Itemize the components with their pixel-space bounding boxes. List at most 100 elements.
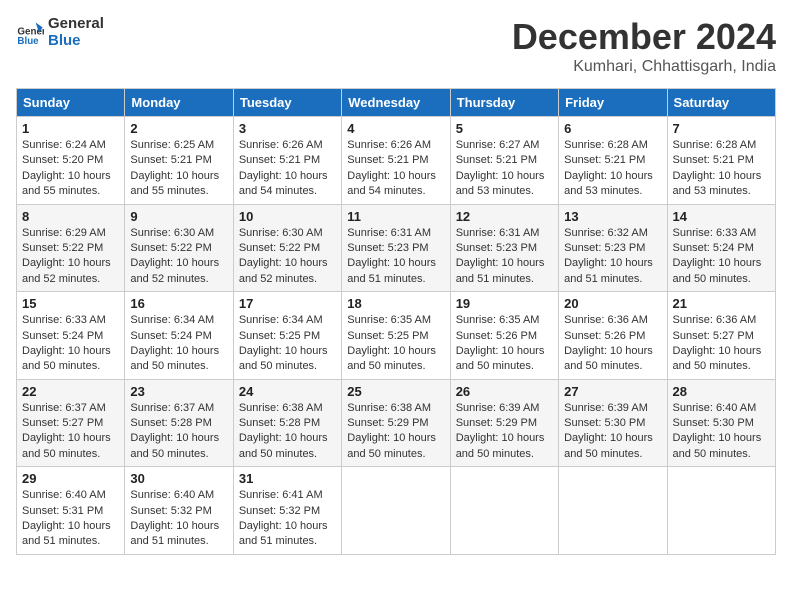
day-info: Sunrise: 6:41 AM Sunset: 5:32 PM Dayligh…: [239, 488, 336, 550]
sunrise-label: Sunrise: 6:40 AM: [673, 402, 757, 414]
logo-line1: General: [48, 16, 104, 33]
calendar-cell: 29 Sunrise: 6:40 AM Sunset: 5:31 PM Dayl…: [17, 467, 125, 555]
day-number: 30: [130, 471, 227, 486]
daylight-label: Daylight: 10 hours and 54 minutes.: [239, 170, 328, 197]
daylight-label: Daylight: 10 hours and 50 minutes.: [347, 432, 436, 459]
day-info: Sunrise: 6:32 AM Sunset: 5:23 PM Dayligh…: [564, 226, 661, 288]
location-title: Kumhari, Chhattisgarh, India: [512, 58, 776, 76]
day-info: Sunrise: 6:33 AM Sunset: 5:24 PM Dayligh…: [22, 313, 119, 375]
sunrise-label: Sunrise: 6:32 AM: [564, 227, 648, 239]
calendar-cell: 20 Sunrise: 6:36 AM Sunset: 5:26 PM Dayl…: [559, 292, 667, 380]
day-info: Sunrise: 6:35 AM Sunset: 5:26 PM Dayligh…: [456, 313, 553, 375]
daylight-label: Daylight: 10 hours and 52 minutes.: [22, 257, 111, 284]
day-info: Sunrise: 6:28 AM Sunset: 5:21 PM Dayligh…: [564, 138, 661, 200]
calendar-week-row: 29 Sunrise: 6:40 AM Sunset: 5:31 PM Dayl…: [17, 467, 776, 555]
calendar-cell: 21 Sunrise: 6:36 AM Sunset: 5:27 PM Dayl…: [667, 292, 775, 380]
calendar-header-row: SundayMondayTuesdayWednesdayThursdayFrid…: [17, 89, 776, 117]
day-number: 5: [456, 121, 553, 136]
calendar-body: 1 Sunrise: 6:24 AM Sunset: 5:20 PM Dayli…: [17, 117, 776, 555]
day-info: Sunrise: 6:37 AM Sunset: 5:28 PM Dayligh…: [130, 401, 227, 463]
calendar-cell: 12 Sunrise: 6:31 AM Sunset: 5:23 PM Dayl…: [450, 204, 558, 292]
calendar-cell: 17 Sunrise: 6:34 AM Sunset: 5:25 PM Dayl…: [233, 292, 341, 380]
sunset-label: Sunset: 5:30 PM: [564, 417, 645, 429]
day-info: Sunrise: 6:38 AM Sunset: 5:28 PM Dayligh…: [239, 401, 336, 463]
sunset-label: Sunset: 5:23 PM: [347, 242, 428, 254]
calendar-cell: [450, 467, 558, 555]
sunset-label: Sunset: 5:25 PM: [239, 330, 320, 342]
sunset-label: Sunset: 5:24 PM: [673, 242, 754, 254]
day-number: 2: [130, 121, 227, 136]
sunset-label: Sunset: 5:32 PM: [239, 505, 320, 517]
calendar-cell: 26 Sunrise: 6:39 AM Sunset: 5:29 PM Dayl…: [450, 379, 558, 467]
day-number: 23: [130, 384, 227, 399]
day-number: 14: [673, 209, 770, 224]
day-info: Sunrise: 6:36 AM Sunset: 5:27 PM Dayligh…: [673, 313, 770, 375]
day-number: 25: [347, 384, 444, 399]
day-of-week-header: Sunday: [17, 89, 125, 117]
daylight-label: Daylight: 10 hours and 51 minutes.: [130, 520, 219, 547]
calendar-cell: [342, 467, 450, 555]
sunrise-label: Sunrise: 6:26 AM: [239, 139, 323, 151]
daylight-label: Daylight: 10 hours and 50 minutes.: [239, 432, 328, 459]
sunset-label: Sunset: 5:29 PM: [456, 417, 537, 429]
daylight-label: Daylight: 10 hours and 50 minutes.: [347, 345, 436, 372]
calendar-cell: 5 Sunrise: 6:27 AM Sunset: 5:21 PM Dayli…: [450, 117, 558, 205]
sunrise-label: Sunrise: 6:26 AM: [347, 139, 431, 151]
calendar-cell: 30 Sunrise: 6:40 AM Sunset: 5:32 PM Dayl…: [125, 467, 233, 555]
day-info: Sunrise: 6:30 AM Sunset: 5:22 PM Dayligh…: [130, 226, 227, 288]
calendar-table: SundayMondayTuesdayWednesdayThursdayFrid…: [16, 88, 776, 555]
daylight-label: Daylight: 10 hours and 50 minutes.: [564, 432, 653, 459]
sunrise-label: Sunrise: 6:30 AM: [239, 227, 323, 239]
day-of-week-header: Monday: [125, 89, 233, 117]
day-info: Sunrise: 6:30 AM Sunset: 5:22 PM Dayligh…: [239, 226, 336, 288]
page-header: General Blue General Blue December 2024 …: [16, 16, 776, 76]
day-number: 22: [22, 384, 119, 399]
calendar-cell: 27 Sunrise: 6:39 AM Sunset: 5:30 PM Dayl…: [559, 379, 667, 467]
sunrise-label: Sunrise: 6:36 AM: [673, 314, 757, 326]
sunrise-label: Sunrise: 6:40 AM: [22, 489, 106, 501]
sunrise-label: Sunrise: 6:27 AM: [456, 139, 540, 151]
daylight-label: Daylight: 10 hours and 51 minutes.: [347, 257, 436, 284]
day-number: 17: [239, 296, 336, 311]
sunset-label: Sunset: 5:26 PM: [564, 330, 645, 342]
day-number: 15: [22, 296, 119, 311]
sunset-label: Sunset: 5:27 PM: [22, 417, 103, 429]
daylight-label: Daylight: 10 hours and 55 minutes.: [130, 170, 219, 197]
calendar-cell: [667, 467, 775, 555]
sunrise-label: Sunrise: 6:33 AM: [673, 227, 757, 239]
daylight-label: Daylight: 10 hours and 53 minutes.: [456, 170, 545, 197]
logo-icon: General Blue: [16, 19, 44, 47]
calendar-cell: 13 Sunrise: 6:32 AM Sunset: 5:23 PM Dayl…: [559, 204, 667, 292]
sunset-label: Sunset: 5:24 PM: [22, 330, 103, 342]
day-of-week-header: Tuesday: [233, 89, 341, 117]
day-info: Sunrise: 6:31 AM Sunset: 5:23 PM Dayligh…: [347, 226, 444, 288]
daylight-label: Daylight: 10 hours and 50 minutes.: [239, 345, 328, 372]
day-info: Sunrise: 6:33 AM Sunset: 5:24 PM Dayligh…: [673, 226, 770, 288]
sunset-label: Sunset: 5:20 PM: [22, 154, 103, 166]
sunrise-label: Sunrise: 6:40 AM: [130, 489, 214, 501]
sunrise-label: Sunrise: 6:37 AM: [130, 402, 214, 414]
day-info: Sunrise: 6:34 AM Sunset: 5:24 PM Dayligh…: [130, 313, 227, 375]
sunset-label: Sunset: 5:27 PM: [673, 330, 754, 342]
sunrise-label: Sunrise: 6:31 AM: [347, 227, 431, 239]
calendar-week-row: 15 Sunrise: 6:33 AM Sunset: 5:24 PM Dayl…: [17, 292, 776, 380]
sunset-label: Sunset: 5:28 PM: [130, 417, 211, 429]
calendar-week-row: 8 Sunrise: 6:29 AM Sunset: 5:22 PM Dayli…: [17, 204, 776, 292]
calendar-cell: 28 Sunrise: 6:40 AM Sunset: 5:30 PM Dayl…: [667, 379, 775, 467]
daylight-label: Daylight: 10 hours and 51 minutes.: [22, 520, 111, 547]
day-number: 21: [673, 296, 770, 311]
daylight-label: Daylight: 10 hours and 50 minutes.: [22, 345, 111, 372]
calendar-cell: 25 Sunrise: 6:38 AM Sunset: 5:29 PM Dayl…: [342, 379, 450, 467]
day-number: 1: [22, 121, 119, 136]
day-info: Sunrise: 6:35 AM Sunset: 5:25 PM Dayligh…: [347, 313, 444, 375]
calendar-cell: 3 Sunrise: 6:26 AM Sunset: 5:21 PM Dayli…: [233, 117, 341, 205]
sunrise-label: Sunrise: 6:38 AM: [347, 402, 431, 414]
day-info: Sunrise: 6:38 AM Sunset: 5:29 PM Dayligh…: [347, 401, 444, 463]
sunrise-label: Sunrise: 6:38 AM: [239, 402, 323, 414]
sunrise-label: Sunrise: 6:33 AM: [22, 314, 106, 326]
daylight-label: Daylight: 10 hours and 52 minutes.: [130, 257, 219, 284]
calendar-cell: 10 Sunrise: 6:30 AM Sunset: 5:22 PM Dayl…: [233, 204, 341, 292]
sunrise-label: Sunrise: 6:39 AM: [564, 402, 648, 414]
calendar-week-row: 1 Sunrise: 6:24 AM Sunset: 5:20 PM Dayli…: [17, 117, 776, 205]
day-info: Sunrise: 6:36 AM Sunset: 5:26 PM Dayligh…: [564, 313, 661, 375]
